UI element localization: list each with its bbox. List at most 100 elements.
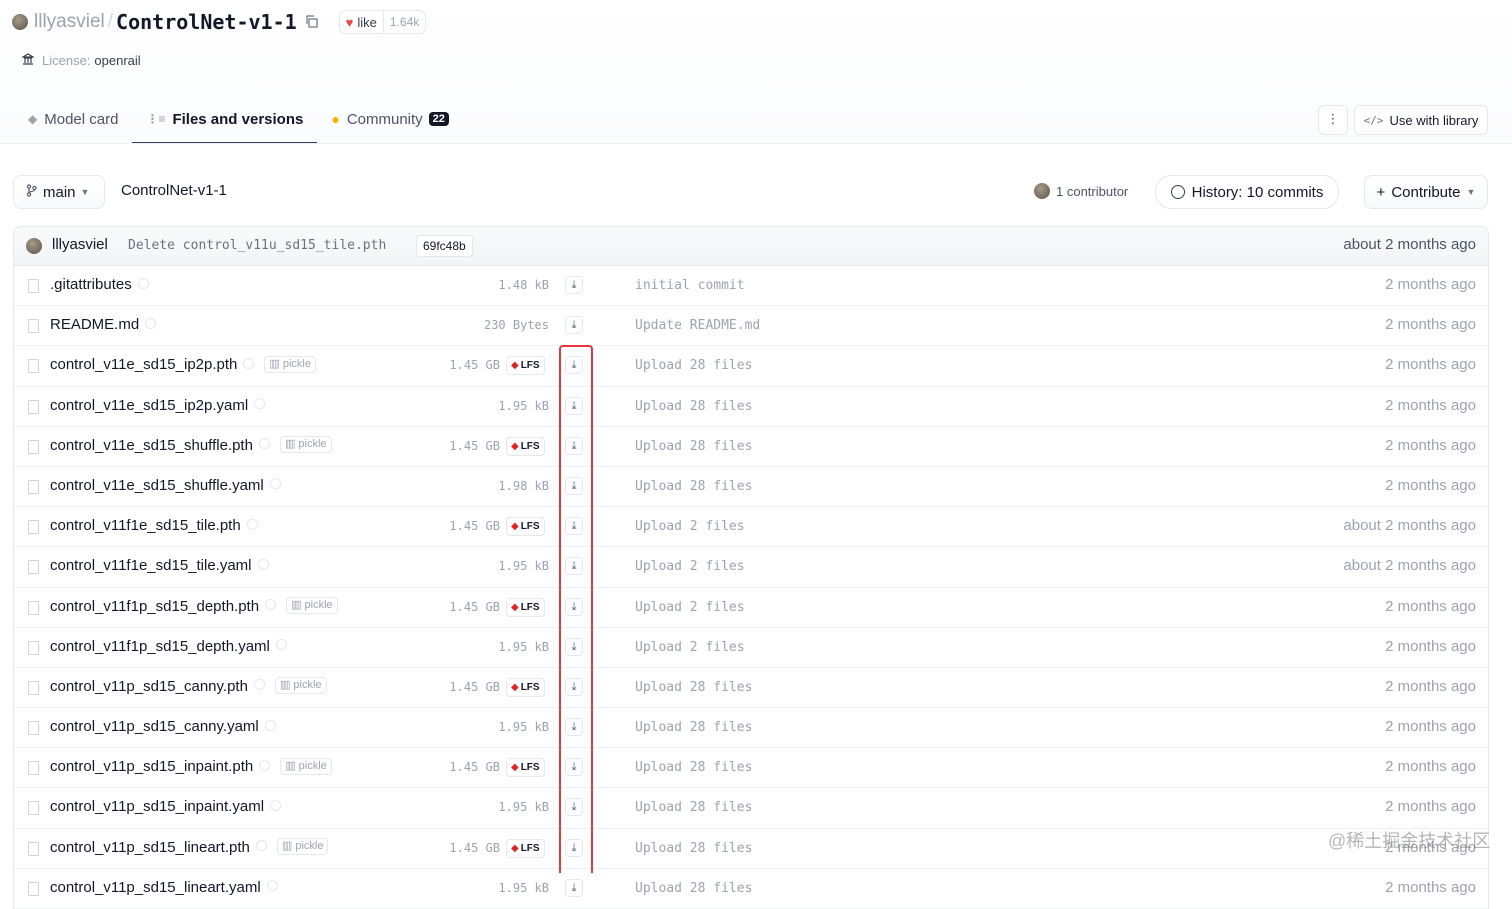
file-name-link[interactable]: control_v11p_sd15_canny.pth ▥ pickle: [50, 677, 327, 696]
file-name-link[interactable]: control_v11p_sd15_inpaint.yaml: [50, 798, 282, 815]
table-row[interactable]: control_v11e_sd15_ip2p.yaml 1.95 kB ⤓ Uploa…: [14, 387, 1488, 427]
file-commit-message[interactable]: Upload 28 files: [635, 680, 752, 695]
download-icon[interactable]: ⤓: [565, 557, 583, 576]
lfs-badge[interactable]: ◆ LFS: [506, 677, 545, 697]
security-check-icon[interactable]: [246, 518, 258, 530]
table-row[interactable]: control_v11f1e_sd15_tile.yaml 1.95 kB ⤓ Upl…: [14, 547, 1488, 588]
security-check-icon[interactable]: [145, 317, 157, 329]
security-check-icon[interactable]: [270, 799, 282, 811]
file-commit-message[interactable]: Upload 2 files: [635, 559, 745, 574]
download-icon[interactable]: ⤓: [565, 476, 583, 495]
lfs-badge[interactable]: ◆ LFS: [506, 517, 545, 537]
lfs-badge[interactable]: ◆ LFS: [506, 597, 545, 617]
license-value[interactable]: openrail: [94, 53, 140, 68]
branch-selector[interactable]: main ▼: [13, 175, 105, 209]
file-commit-message[interactable]: Upload 2 files: [635, 600, 745, 615]
file-name-link[interactable]: control_v11e_sd15_ip2p.yaml: [50, 397, 266, 414]
table-row[interactable]: control_v11p_sd15_lineart.pth ▥ pickle 1.4…: [14, 829, 1488, 869]
file-name-link[interactable]: control_v11e_sd15_shuffle.yaml: [50, 477, 281, 494]
security-check-icon[interactable]: [264, 719, 276, 731]
lfs-badge[interactable]: ◆ LFS: [506, 838, 545, 858]
file-name-link[interactable]: control_v11f1e_sd15_tile.yaml: [50, 557, 269, 574]
file-name-link[interactable]: control_v11e_sd15_ip2p.pth ▥ pickle: [50, 355, 316, 374]
security-check-icon[interactable]: [269, 478, 281, 490]
lfs-badge[interactable]: ◆ LFS: [506, 356, 545, 376]
file-name-link[interactable]: control_v11e_sd15_shuffle.pth ▥ pickle: [50, 436, 332, 455]
lfs-badge[interactable]: ◆ LFS: [506, 436, 545, 456]
download-icon[interactable]: ⤓: [565, 356, 583, 375]
file-name-link[interactable]: control_v11p_sd15_canny.yaml: [50, 718, 276, 735]
download-icon[interactable]: ⤓: [565, 436, 583, 455]
download-icon[interactable]: ⤓: [565, 276, 583, 294]
download-icon[interactable]: ⤓: [565, 878, 583, 897]
history-button[interactable]: History: 10 commits: [1155, 175, 1339, 209]
table-row[interactable]: control_v11p_sd15_inpaint.pth ▥ pickle 1.4…: [14, 748, 1488, 789]
tab-community[interactable]: ● Community 22: [317, 96, 463, 142]
pickle-badge[interactable]: ▥ pickle: [280, 757, 332, 775]
table-row[interactable]: control_v11p_sd15_inpaint.yaml 1.95 kB ⤓ Up…: [14, 788, 1488, 829]
security-check-icon[interactable]: [254, 398, 266, 410]
file-name-link[interactable]: control_v11p_sd15_inpaint.pth ▥ pickle: [50, 757, 332, 776]
like-button[interactable]: ♥ like 1.64k: [338, 10, 427, 34]
security-check-icon[interactable]: [275, 639, 287, 651]
breadcrumb[interactable]: ControlNet-v1-1: [121, 182, 227, 199]
table-row[interactable]: control_v11f1p_sd15_depth.yaml 1.95 kB ⤓ Up…: [14, 628, 1488, 668]
repo-owner-link[interactable]: lllyasviel: [34, 11, 105, 33]
file-commit-message[interactable]: Upload 2 files: [635, 519, 745, 534]
table-row[interactable]: control_v11f1e_sd15_tile.pth 1.45 GB ◆ LFS ⤓…: [14, 507, 1488, 548]
download-icon[interactable]: ⤓: [565, 517, 583, 536]
file-commit-message[interactable]: Upload 28 files: [635, 881, 752, 896]
commit-author-avatar[interactable]: [26, 238, 42, 254]
file-commit-message[interactable]: Upload 28 files: [635, 841, 752, 856]
security-check-icon[interactable]: [243, 357, 255, 369]
tab-files-and-versions[interactable]: ⋮≡ Files and versions: [132, 96, 318, 144]
table-row[interactable]: control_v11e_sd15_ip2p.pth ▥ pickle 1.45 G…: [14, 346, 1488, 387]
file-commit-message[interactable]: Upload 28 files: [635, 439, 752, 454]
repo-name-link[interactable]: ControlNet-v1-1: [116, 10, 297, 34]
file-name-link[interactable]: .gitattributes: [50, 276, 149, 293]
table-row[interactable]: .gitattributes 1.48 kB ⤓ initial commit 2 mo…: [14, 266, 1488, 307]
pickle-badge[interactable]: ▥ pickle: [286, 597, 338, 615]
table-row[interactable]: control_v11p_sd15_canny.yaml 1.95 kB ⤓ Uplo…: [14, 708, 1488, 749]
security-check-icon[interactable]: [265, 599, 277, 611]
copy-icon[interactable]: [305, 15, 319, 29]
download-icon[interactable]: ⤓: [565, 718, 583, 737]
table-row[interactable]: README.md 230 Bytes ⤓ Update README.md 2 mon…: [14, 306, 1488, 347]
download-icon[interactable]: ⤓: [565, 758, 583, 777]
download-icon[interactable]: ⤓: [565, 798, 583, 817]
security-check-icon[interactable]: [253, 679, 265, 691]
file-name-link[interactable]: README.md: [50, 316, 157, 333]
pickle-badge[interactable]: ▥ pickle: [274, 677, 327, 695]
file-commit-message[interactable]: Upload 28 files: [635, 399, 752, 414]
security-check-icon[interactable]: [266, 880, 278, 892]
file-name-link[interactable]: control_v11f1p_sd15_depth.pth ▥ pickle: [50, 597, 338, 616]
pickle-badge[interactable]: ▥ pickle: [279, 436, 332, 454]
security-check-icon[interactable]: [137, 277, 149, 289]
download-icon[interactable]: ⤓: [565, 838, 583, 857]
security-check-icon[interactable]: [259, 759, 271, 771]
table-row[interactable]: control_v11e_sd15_shuffle.yaml 1.98 kB ⤓ Up…: [14, 467, 1488, 508]
download-icon[interactable]: ⤓: [565, 637, 583, 656]
tab-model-card[interactable]: ◆ Model card: [14, 96, 132, 142]
table-row[interactable]: control_v11p_sd15_lineart.yaml 1.95 kB ⤓ Up…: [14, 869, 1488, 909]
download-icon[interactable]: ⤓: [565, 396, 583, 415]
security-check-icon[interactable]: [258, 438, 270, 450]
file-commit-message[interactable]: Upload 28 files: [635, 800, 752, 815]
download-icon[interactable]: ⤓: [565, 316, 583, 335]
like-count[interactable]: 1.64k: [382, 11, 425, 33]
commit-sha[interactable]: 69fc48b: [416, 235, 473, 257]
table-row[interactable]: control_v11e_sd15_shuffle.pth ▥ pickle 1.4…: [14, 427, 1488, 467]
commit-author[interactable]: lllyasviel: [52, 236, 108, 253]
download-icon[interactable]: ⤓: [565, 677, 583, 696]
pickle-badge[interactable]: ▥ pickle: [276, 838, 329, 856]
file-commit-message[interactable]: Upload 28 files: [635, 479, 752, 494]
pickle-badge[interactable]: ▥ pickle: [264, 355, 316, 373]
security-check-icon[interactable]: [255, 840, 267, 852]
file-commit-message[interactable]: initial commit: [635, 278, 745, 293]
commit-message[interactable]: Delete control_v11u_sd15_tile.pth: [128, 238, 386, 253]
file-name-link[interactable]: control_v11p_sd15_lineart.yaml: [50, 879, 278, 896]
file-commit-message[interactable]: Update README.md: [635, 318, 760, 333]
contributors-link[interactable]: 1 contributor: [1034, 183, 1128, 199]
file-name-link[interactable]: control_v11f1e_sd15_tile.pth: [50, 517, 258, 534]
more-options-button[interactable]: ⋮: [1318, 105, 1348, 135]
